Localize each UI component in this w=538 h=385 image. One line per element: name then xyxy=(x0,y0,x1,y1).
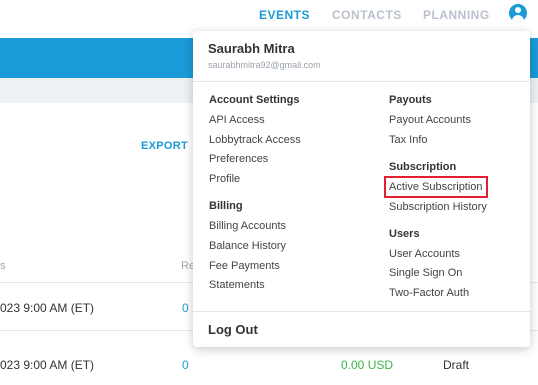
row-count[interactable]: 0 xyxy=(182,358,189,372)
menu-item-balance-history[interactable]: Balance History xyxy=(209,240,286,252)
menu-item-api-access[interactable]: API Access xyxy=(209,114,265,126)
row-date: 023 9:00 AM (ET) xyxy=(0,301,95,315)
menu-item-statements[interactable]: Statements xyxy=(209,279,265,291)
column-header-fragment: s xyxy=(0,260,6,272)
user-name: Saurabh Mitra xyxy=(208,41,295,56)
menu-item-profile[interactable]: Profile xyxy=(209,173,240,185)
section-billing: Billing xyxy=(209,200,243,212)
user-icon-head xyxy=(515,7,521,13)
menu-item-single-sign-on[interactable]: Single Sign On xyxy=(389,267,462,279)
section-payouts: Payouts xyxy=(389,94,432,106)
row-date: 023 9:00 AM (ET) xyxy=(0,358,95,372)
menu-item-two-factor-auth[interactable]: Two-Factor Auth xyxy=(389,287,469,299)
logout-button[interactable]: Log Out xyxy=(208,322,258,337)
user-email: saurabhmitra92@gmail.com xyxy=(208,60,321,70)
row-status: Draft xyxy=(443,358,470,372)
section-subscription: Subscription xyxy=(389,161,457,173)
top-nav: EVENTS CONTACTS PLANNING xyxy=(0,0,538,30)
menu-item-fee-payments[interactable]: Fee Payments xyxy=(209,260,280,272)
export-link[interactable]: EXPORT xyxy=(141,140,188,152)
row-amount: 0.00 USD xyxy=(341,358,394,372)
menu-item-active-subscription[interactable]: Active Subscription xyxy=(384,176,488,198)
menu-item-lobbytrack-access[interactable]: Lobbytrack Access xyxy=(209,134,301,146)
menu-item-payout-accounts[interactable]: Payout Accounts xyxy=(389,114,471,126)
menu-item-subscription-history[interactable]: Subscription History xyxy=(389,201,487,213)
section-account-settings: Account Settings xyxy=(209,94,300,106)
user-account-icon[interactable] xyxy=(509,4,527,22)
user-menu-dropdown: Saurabh Mitra saurabhmitra92@gmail.com A… xyxy=(193,31,530,347)
menu-item-tax-info[interactable]: Tax Info xyxy=(389,134,428,146)
user-icon-body xyxy=(512,15,524,22)
nav-planning[interactable]: PLANNING xyxy=(423,8,490,22)
menu-divider xyxy=(193,81,530,82)
menu-item-preferences[interactable]: Preferences xyxy=(209,153,268,165)
menu-divider xyxy=(193,311,530,312)
row-count[interactable]: 0 xyxy=(182,301,189,315)
nav-events[interactable]: EVENTS xyxy=(259,8,310,22)
menu-item-billing-accounts[interactable]: Billing Accounts xyxy=(209,220,286,232)
menu-item-user-accounts[interactable]: User Accounts xyxy=(389,248,460,260)
nav-contacts[interactable]: CONTACTS xyxy=(332,8,402,22)
section-users: Users xyxy=(389,228,420,240)
